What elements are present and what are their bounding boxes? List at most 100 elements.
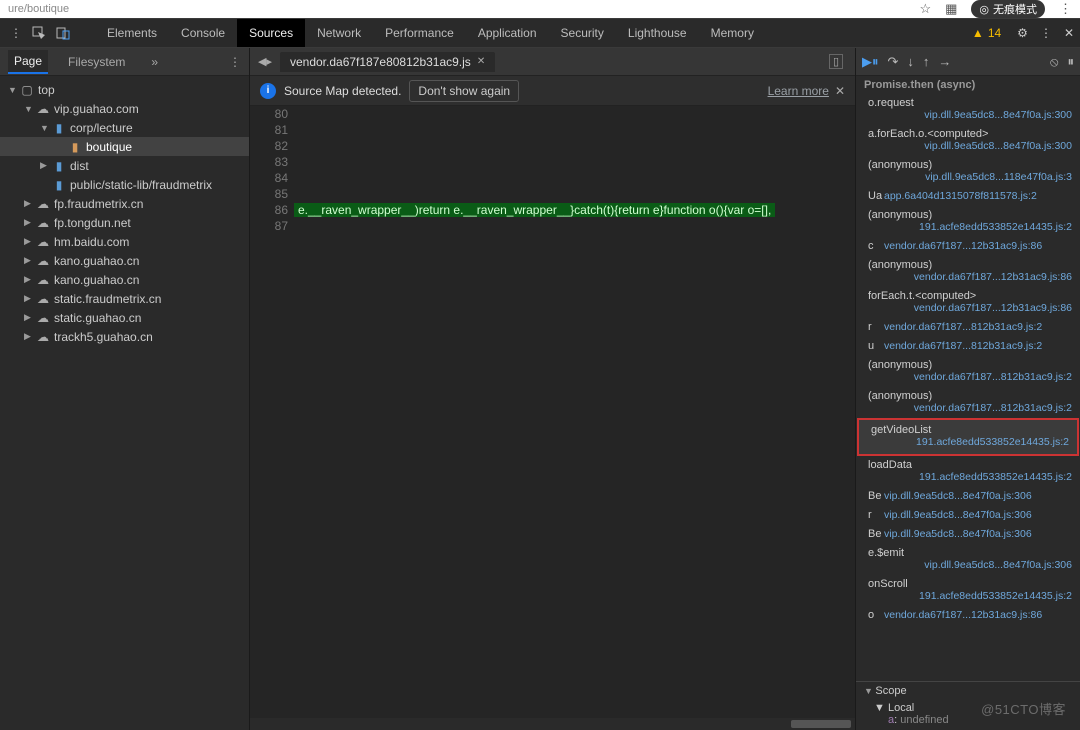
stack-frame[interactable]: Uaapp.6a404d1315078f811578.js:2 — [856, 187, 1080, 206]
tree-node-hm-baidu-com[interactable]: ▶☁hm.baidu.com — [0, 232, 249, 251]
tree-arrow-icon[interactable]: ▼ — [8, 85, 18, 95]
tree-node-static-guahao-cn[interactable]: ▶☁static.guahao.cn — [0, 308, 249, 327]
infobar-close-icon[interactable]: ✕ — [835, 84, 845, 98]
devtools-kebab-icon[interactable]: ⋮ — [1040, 26, 1052, 40]
navigator-tab-filesystem[interactable]: Filesystem — [62, 51, 131, 73]
tree-arrow-icon[interactable]: ▶ — [24, 274, 34, 285]
bookmark-star-icon[interactable]: ☆ — [919, 1, 931, 17]
line-number[interactable]: 80 — [250, 106, 288, 122]
stack-frame[interactable]: (anonymous)191.acfe8edd533852e14435.js:2 — [856, 206, 1080, 237]
line-number[interactable]: 81 — [250, 122, 288, 138]
step-out-icon[interactable]: ↑ — [923, 54, 930, 69]
line-number[interactable]: 86 — [250, 202, 288, 218]
qr-icon[interactable]: ▦ — [945, 1, 957, 17]
tree-arrow-icon[interactable]: ▼ — [24, 104, 34, 114]
tree-node-public-static-lib-fraudmetrix[interactable]: ▮public/static-lib/fraudmetrix — [0, 175, 249, 194]
deactivate-breakpoints-icon[interactable]: ⦸ — [1050, 54, 1058, 70]
stack-frame[interactable]: forEach.t.<computed>vendor.da67f187...12… — [856, 287, 1080, 318]
pause-on-exceptions-icon[interactable]: ⏸ — [1068, 54, 1075, 70]
navigator-menu-icon[interactable]: ⋮ — [229, 55, 241, 69]
devtools-tab-elements[interactable]: Elements — [95, 19, 169, 47]
stack-frame[interactable]: a.forEach.o.<computed>vip.dll.9ea5dc8...… — [856, 125, 1080, 156]
scope-title[interactable]: Scope — [856, 682, 1080, 700]
tree-node-trackh5-guahao-cn[interactable]: ▶☁trackh5.guahao.cn — [0, 327, 249, 346]
line-number[interactable]: 83 — [250, 154, 288, 170]
stack-frame[interactable]: (anonymous)vendor.da67f187...812b31ac9.j… — [856, 356, 1080, 387]
stack-frame[interactable]: onScroll191.acfe8edd533852e14435.js:2 — [856, 575, 1080, 606]
stack-frame[interactable]: Bevip.dll.9ea5dc8...8e47f0a.js:306 — [856, 525, 1080, 544]
cloud-icon: ☁ — [36, 197, 50, 211]
editor-toggle-icon[interactable]: ▯ — [829, 54, 843, 69]
stack-frame[interactable]: e.$emitvip.dll.9ea5dc8...8e47f0a.js:306 — [856, 544, 1080, 575]
stack-frame-source: vip.dll.9ea5dc8...8e47f0a.js:306 — [868, 559, 1072, 571]
devtools-tab-application[interactable]: Application — [466, 19, 549, 47]
stack-frame[interactable]: (anonymous)vendor.da67f187...12b31ac9.js… — [856, 256, 1080, 287]
stack-frame[interactable]: cvendor.da67f187...12b31ac9.js:86 — [856, 237, 1080, 256]
tree-node-label: top — [38, 83, 55, 97]
devtools-tab-network[interactable]: Network — [305, 19, 373, 47]
line-number[interactable]: 82 — [250, 138, 288, 154]
scope-local[interactable]: ▼ Local — [874, 702, 1080, 714]
step-over-icon[interactable]: ↷ — [888, 54, 899, 70]
tree-node-dist[interactable]: ▶▮dist — [0, 156, 249, 175]
editor-tab-close-icon[interactable]: ✕ — [477, 56, 485, 67]
devtools-tab-lighthouse[interactable]: Lighthouse — [616, 19, 699, 47]
stack-frame[interactable]: uvendor.da67f187...812b31ac9.js:2 — [856, 337, 1080, 356]
line-number[interactable]: 85 — [250, 186, 288, 202]
stack-frame[interactable]: rvendor.da67f187...812b31ac9.js:2 — [856, 318, 1080, 337]
stack-frame[interactable]: loadData191.acfe8edd533852e14435.js:2 — [856, 456, 1080, 487]
tree-arrow-icon[interactable]: ▶ — [24, 236, 34, 247]
editor-tab[interactable]: vendor.da67f187e80812b31ac9.js ✕ — [280, 52, 495, 72]
learn-more-link[interactable]: Learn more — [768, 84, 829, 98]
tree-node-kano-guahao-cn[interactable]: ▶☁kano.guahao.cn — [0, 251, 249, 270]
horizontal-scrollbar[interactable] — [250, 718, 855, 730]
stack-frame[interactable]: o.requestvip.dll.9ea5dc8...8e47f0a.js:30… — [856, 94, 1080, 125]
resume-icon[interactable]: ▶⏸ — [862, 54, 879, 70]
tree-arrow-icon[interactable]: ▶ — [40, 160, 50, 171]
tree-node-fp-fraudmetrix-cn[interactable]: ▶☁fp.fraudmetrix.cn — [0, 194, 249, 213]
scope-section[interactable]: Scope ▼ Local a: undefined — [856, 681, 1080, 730]
dont-show-again-button[interactable]: Don't show again — [409, 80, 519, 102]
tree-node-top[interactable]: ▼▢top — [0, 80, 249, 99]
tree-node-vip-guahao-com[interactable]: ▼☁vip.guahao.com — [0, 99, 249, 118]
devtools-tab-memory[interactable]: Memory — [699, 19, 766, 47]
editor-nav-icon[interactable]: ◀▸ — [258, 55, 272, 68]
tree-node-corp-lecture[interactable]: ▼▮corp/lecture — [0, 118, 249, 137]
infobar-message: Source Map detected. — [284, 84, 401, 98]
tree-node-kano-guahao-cn[interactable]: ▶☁kano.guahao.cn — [0, 270, 249, 289]
inspect-icon[interactable] — [32, 26, 46, 40]
stack-frame[interactable]: getVideoList191.acfe8edd533852e14435.js:… — [857, 418, 1079, 456]
line-number[interactable]: 87 — [250, 218, 288, 234]
tree-arrow-icon[interactable]: ▶ — [24, 198, 34, 209]
tree-arrow-icon[interactable]: ▶ — [24, 255, 34, 266]
navigator-tab-page[interactable]: Page — [8, 50, 48, 74]
line-number[interactable]: 84 — [250, 170, 288, 186]
devtools-tab-console[interactable]: Console — [169, 19, 237, 47]
code-editor[interactable]: 8081828384858687 e.__raven_wrapper__)ret… — [250, 106, 855, 718]
device-mode-icon[interactable] — [56, 26, 70, 40]
stack-frame[interactable]: (anonymous)vendor.da67f187...812b31ac9.j… — [856, 387, 1080, 418]
devtools-tab-performance[interactable]: Performance — [373, 19, 466, 47]
devtools-tab-security[interactable]: Security — [549, 19, 616, 47]
stack-frame[interactable]: rvip.dll.9ea5dc8...8e47f0a.js:306 — [856, 506, 1080, 525]
devtools-menu-icon[interactable]: ⋮ — [10, 26, 22, 40]
tree-node-fp-tongdun-net[interactable]: ▶☁fp.tongdun.net — [0, 213, 249, 232]
devtools-close-icon[interactable]: ✕ — [1064, 26, 1074, 40]
tree-arrow-icon[interactable]: ▼ — [40, 123, 50, 133]
tree-arrow-icon[interactable]: ▶ — [24, 312, 34, 323]
navigator-tab-more[interactable]: » — [145, 51, 164, 73]
stack-frame[interactable]: Bevip.dll.9ea5dc8...8e47f0a.js:306 — [856, 487, 1080, 506]
warning-badge[interactable]: ▲ 14 — [972, 26, 1001, 40]
devtools-tab-sources[interactable]: Sources — [237, 19, 305, 47]
tree-arrow-icon[interactable]: ▶ — [24, 217, 34, 228]
browser-menu-icon[interactable]: ⋮ — [1059, 1, 1072, 17]
step-into-icon[interactable]: ↓ — [907, 54, 914, 69]
tree-node-static-fraudmetrix-cn[interactable]: ▶☁static.fraudmetrix.cn — [0, 289, 249, 308]
stack-frame[interactable]: ovendor.da67f187...12b31ac9.js:86 — [856, 606, 1080, 625]
stack-frame[interactable]: (anonymous)vip.dll.9ea5dc8...118e47f0a.j… — [856, 156, 1080, 187]
settings-gear-icon[interactable]: ⚙ — [1017, 26, 1028, 40]
tree-arrow-icon[interactable]: ▶ — [24, 331, 34, 342]
step-icon[interactable]: → — [938, 54, 951, 69]
tree-arrow-icon[interactable]: ▶ — [24, 293, 34, 304]
tree-node-boutique[interactable]: ▮boutique — [0, 137, 249, 156]
